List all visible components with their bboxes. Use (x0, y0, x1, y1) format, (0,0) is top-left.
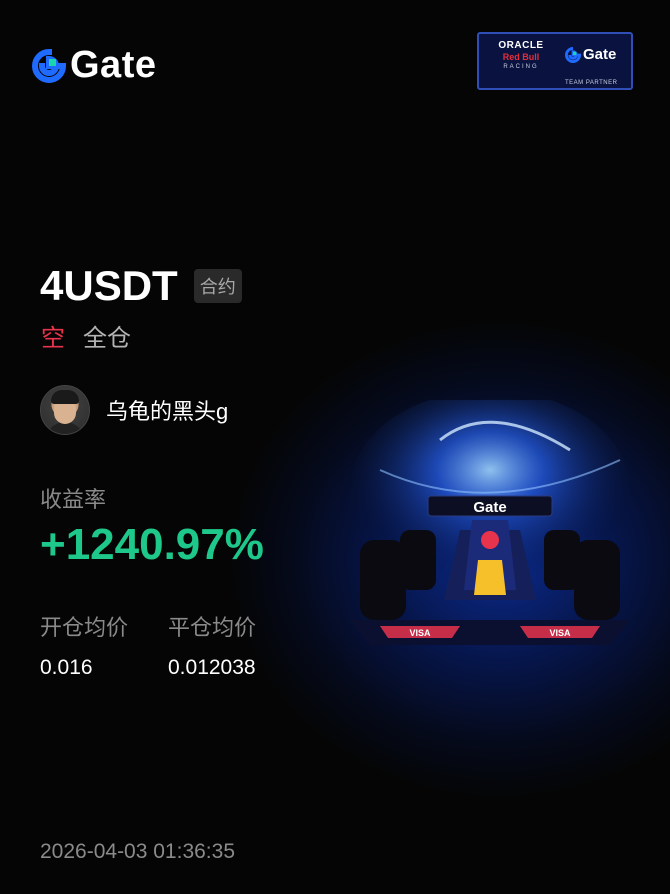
open-price-block: 开仓均价 0.016 (40, 610, 128, 680)
close-price-label: 平仓均价 (168, 615, 257, 640)
open-price-value: 0.016 (40, 656, 93, 679)
redbull-text: Red Bull (502, 52, 540, 62)
share-card: Gate ORACLE Red Bull RACING Gate TEAM PA… (0, 0, 670, 894)
roi-value: +1240.97% (40, 520, 264, 569)
oracle-text: ORACLE (498, 40, 544, 51)
avatar (40, 385, 90, 435)
gate-mini-icon (565, 46, 581, 63)
f1-car-illustration: Gate VISA VISA (350, 400, 630, 645)
racing-text: RACING (503, 64, 539, 70)
team-partner-label: TEAM PARTNER (565, 80, 618, 86)
svg-text:Gate: Gate (473, 499, 506, 516)
open-price-label: 开仓均价 (40, 615, 129, 640)
partner-gate-text: Gate (583, 46, 617, 63)
margin-mode: 全仓 (83, 325, 131, 352)
svg-text:VISA: VISA (409, 628, 431, 638)
username: 乌龟的黑头g (106, 399, 229, 424)
position-side-row: 空 全仓 (41, 318, 131, 353)
gate-logo: Gate (32, 44, 156, 87)
symbol: 4USDT (40, 262, 178, 309)
brand-name: Gate (70, 44, 157, 86)
team-partner-badge: ORACLE Red Bull RACING Gate TEAM PARTNER (477, 32, 633, 90)
contract-badge: 合约 (193, 269, 242, 303)
position-side: 空 (41, 325, 65, 352)
roi-label: 收益率 (40, 487, 107, 512)
close-price-block: 平仓均价 0.012038 (168, 610, 256, 680)
symbol-row: 4USDT 合约 (40, 262, 242, 310)
partner-gate-logo: Gate (565, 46, 616, 63)
gate-logo-icon (32, 48, 66, 83)
oracle-redbull-logo: ORACLE Red Bull RACING (485, 40, 557, 70)
close-price-value: 0.012038 (168, 656, 256, 679)
user-row: 乌龟的黑头g (40, 385, 228, 435)
timestamp: 2026-04-03 01:36:35 (40, 840, 235, 863)
svg-text:VISA: VISA (549, 628, 571, 638)
